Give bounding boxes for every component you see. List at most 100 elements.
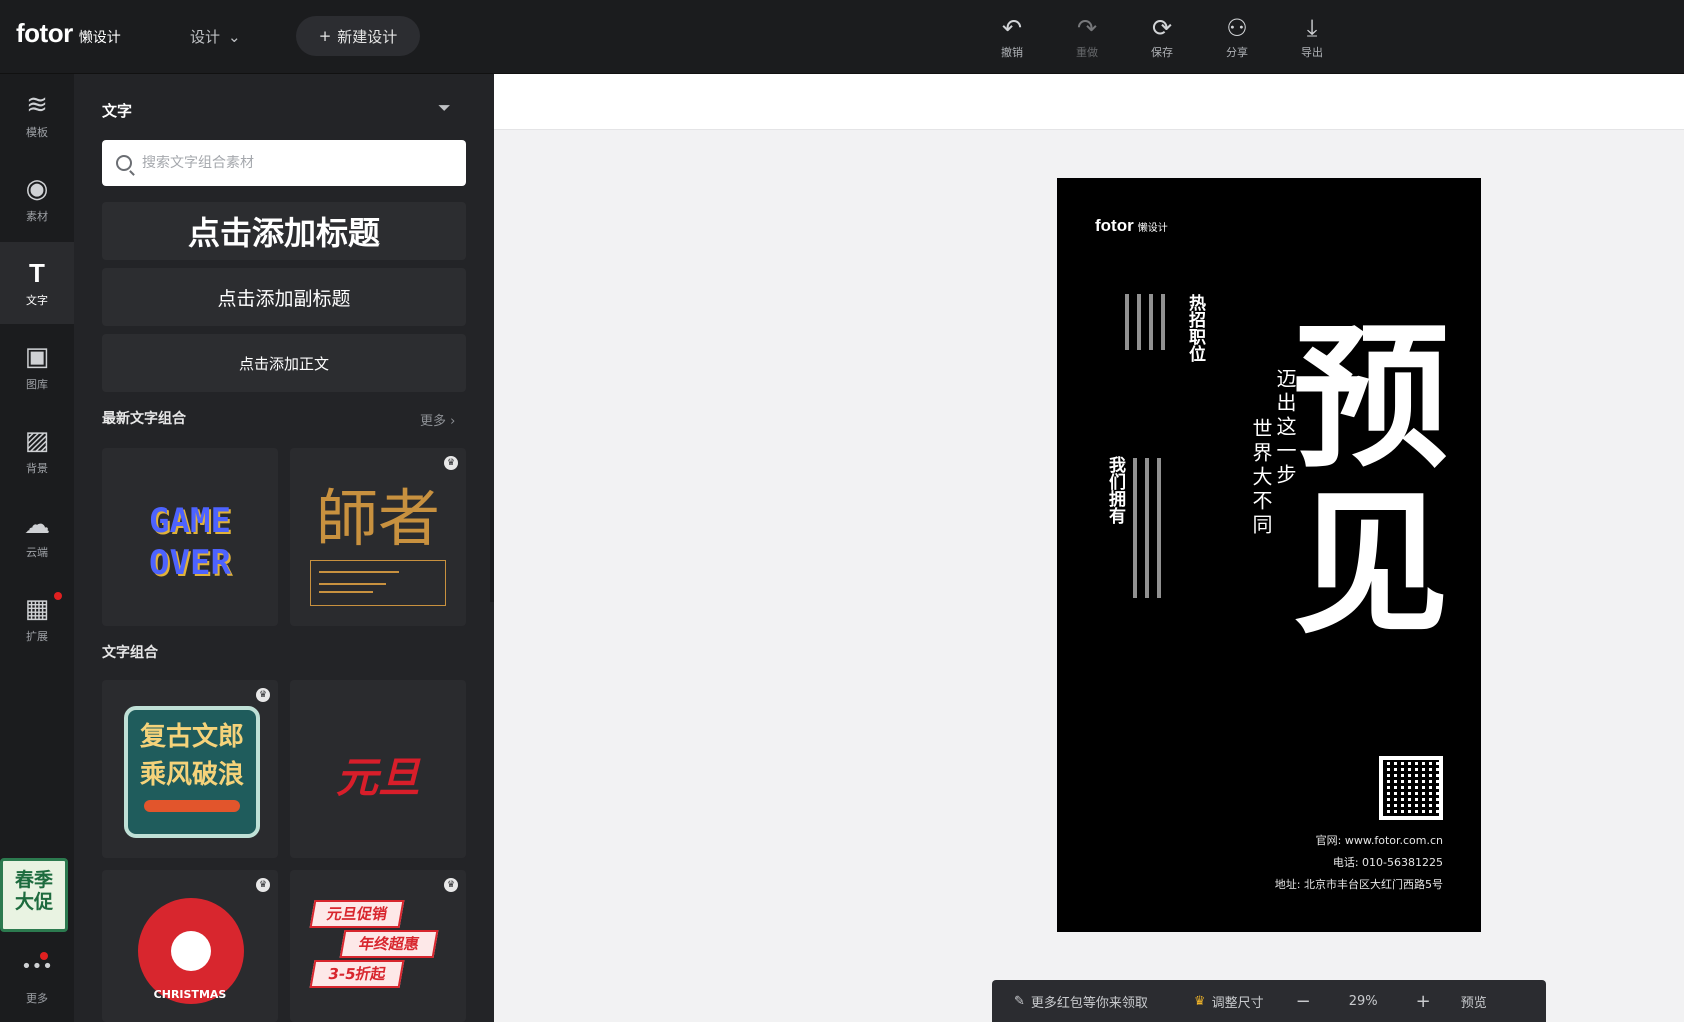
undo-button[interactable]: ↶ 撤销 [987,14,1037,60]
add-title-label: 点击添加标题 [187,214,380,252]
zoom-out-button[interactable]: − [1296,991,1311,1012]
sale-line-2: 年终超惠 [339,930,439,958]
bottom-bar: ✎ 更多红包等你来领取 ♛ 调整尺寸 − 29% + 预览 [992,980,1546,1022]
search-input[interactable] [142,155,442,171]
top-bar: fotor 懒设计 设计 ⌄ + 新建设计 ↶ 撤销 ↷ 重做 ⟳ 保存 ⚇ 分… [0,0,1684,74]
add-title-button[interactable]: 点击添加标题 [102,202,466,260]
poster-big-char-1: 预 [1293,307,1449,489]
rail-label: 模板 [26,126,48,139]
poster-benefit-list [1133,458,1161,598]
redo-icon: ↷ [1076,14,1098,42]
template-icon: ≋ [26,90,48,120]
promo-badge[interactable]: 春季 大促 [0,858,68,932]
game-over-line-1: GAME [149,501,231,541]
rail-item-image[interactable]: ▣ 图库 [0,326,74,408]
text-combo-sale[interactable]: ♛ 元旦促销 年终超惠 3-5折起 [290,870,466,1022]
rail-item-apps[interactable]: ▦ 扩展 [0,578,74,660]
more-link[interactable]: 更多 › [420,410,455,429]
search-box[interactable] [102,140,466,186]
shizhe-text: 師者 [315,482,440,555]
undo-label: 撤销 [1001,46,1023,59]
text-combo-game-over[interactable]: GAME OVER [102,448,278,626]
background-icon: ▨ [24,426,50,456]
filter-icon[interactable]: ⏷ [438,98,451,118]
new-design-button[interactable]: + 新建设计 [296,16,420,56]
poster-phone: 电话: 010-56381225 [1332,856,1443,869]
save-button[interactable]: ⟳ 保存 [1137,14,1187,60]
promo-tip[interactable]: 更多红包等你来领取 [1031,992,1148,1011]
download-icon: ⤓ [1306,14,1318,42]
poster-logo: fotor 懒设计 [1095,216,1168,236]
zoom-in-button[interactable]: + [1416,991,1431,1012]
image-icon: ▣ [24,342,50,372]
preview-button[interactable]: 预览 [1461,992,1487,1011]
chevron-down-icon: ⌄ [228,27,241,46]
poster-hot-title: 热招职位 [1185,294,1205,362]
search-icon [116,155,132,171]
rail-item-element[interactable]: ◉ 素材 [0,158,74,240]
panel-title: 文字 [102,102,133,120]
recent-section-title: 最新文字组合 [102,411,186,427]
share-label: 分享 [1226,46,1248,59]
poster-we-have: 我们拥有 [1105,456,1125,524]
sale-line-1: 元旦促销 [309,900,405,928]
vip-crown-icon: ♛ [444,878,458,892]
rail-label: 扩展 [26,630,48,643]
poster-big-char-2: 见 [1293,473,1449,655]
edit-icon: ✎ [1014,993,1025,1009]
rail-label: 文字 [26,294,48,307]
shizhe-frame [310,560,446,606]
brand-subtitle: 懒设计 [78,30,121,46]
rail-item-background[interactable]: ▨ 背景 [0,410,74,492]
element-icon: ◉ [25,174,49,204]
cloud-upload-icon: ☁ [24,510,50,540]
share-icon: ⚇ [1226,14,1248,42]
canvas-top-strip [494,74,1684,130]
app-logo[interactable]: fotor 懒设计 [16,18,121,49]
retro-line-1: 复古文郎 [139,722,244,752]
rail-label: 云端 [26,546,48,559]
rail-label: 背景 [26,462,48,475]
add-subtitle-label: 点击添加副标题 [217,287,351,310]
rail-item-text[interactable]: T 文字 [0,242,74,324]
brand-name: fotor [16,18,73,48]
zoom-level[interactable]: 29% [1349,994,1378,1009]
rail-item-template[interactable]: ≋ 模板 [0,74,74,156]
text-icon: T [29,258,45,288]
add-body-label: 点击添加正文 [238,354,329,373]
plus-icon: + [318,27,332,45]
vip-crown-icon: ♛ [256,688,270,702]
poster-canvas[interactable]: fotor 懒设计 预 见 迈出这一步 世界大不同 热招职位 我们拥有 官网: … [1057,178,1481,932]
more-icon: ••• [21,956,53,977]
yuandan-text: 元旦 [335,753,420,802]
text-combo-christmas[interactable]: ♛ CHRISTMAS [102,870,278,1022]
design-menu[interactable]: 设计 ⌄ [190,26,241,47]
tool-rail: ≋ 模板 ◉ 素材 T 文字 ▣ 图库 ▨ 背景 ☁ 云端 ▦ 扩展 春季 大促… [0,74,74,1022]
save-label: 保存 [1151,46,1173,59]
rail-item-more[interactable]: ••• 更多 [0,940,74,1022]
rail-item-cloud[interactable]: ☁ 云端 [0,494,74,576]
poster-site: 官网: www.fotor.com.cn [1315,834,1443,847]
add-subtitle-button[interactable]: 点击添加副标题 [102,268,466,326]
save-icon: ⟳ [1151,14,1173,42]
text-panel: 文字 ⏷ 点击添加标题 点击添加副标题 点击添加正文 最新文字组合 更多 › G… [74,74,494,1022]
poster-logo-brand: fotor [1095,216,1134,235]
resize-button[interactable]: 调整尺寸 [1212,992,1264,1011]
share-button[interactable]: ⚇ 分享 [1212,14,1262,60]
sale-line-3: 3-5折起 [309,960,405,988]
text-combo-retro[interactable]: ♛ 复古文郎 乘风破浪 [102,680,278,858]
text-combo-shizhe[interactable]: ♛ 師者 [290,448,466,626]
rail-label: 更多 [26,992,48,1005]
download-button[interactable]: ⤓ 导出 [1287,14,1337,60]
promo-line-1: 春季 [14,869,53,891]
redo-button[interactable]: ↷ 重做 [1062,14,1112,60]
poster-logo-sub: 懒设计 [1137,223,1168,234]
poster-address: 地址: 北京市丰台区大红门西路5号 [1274,878,1443,891]
design-menu-label: 设计 [190,28,221,46]
resize-icon: ♛ [1193,993,1206,1009]
download-label: 导出 [1301,46,1323,59]
poster-job-list [1125,294,1173,350]
text-combo-yuandan[interactable]: 元旦 [290,680,466,858]
new-design-label: 新建设计 [337,27,398,46]
add-body-button[interactable]: 点击添加正文 [102,334,466,392]
